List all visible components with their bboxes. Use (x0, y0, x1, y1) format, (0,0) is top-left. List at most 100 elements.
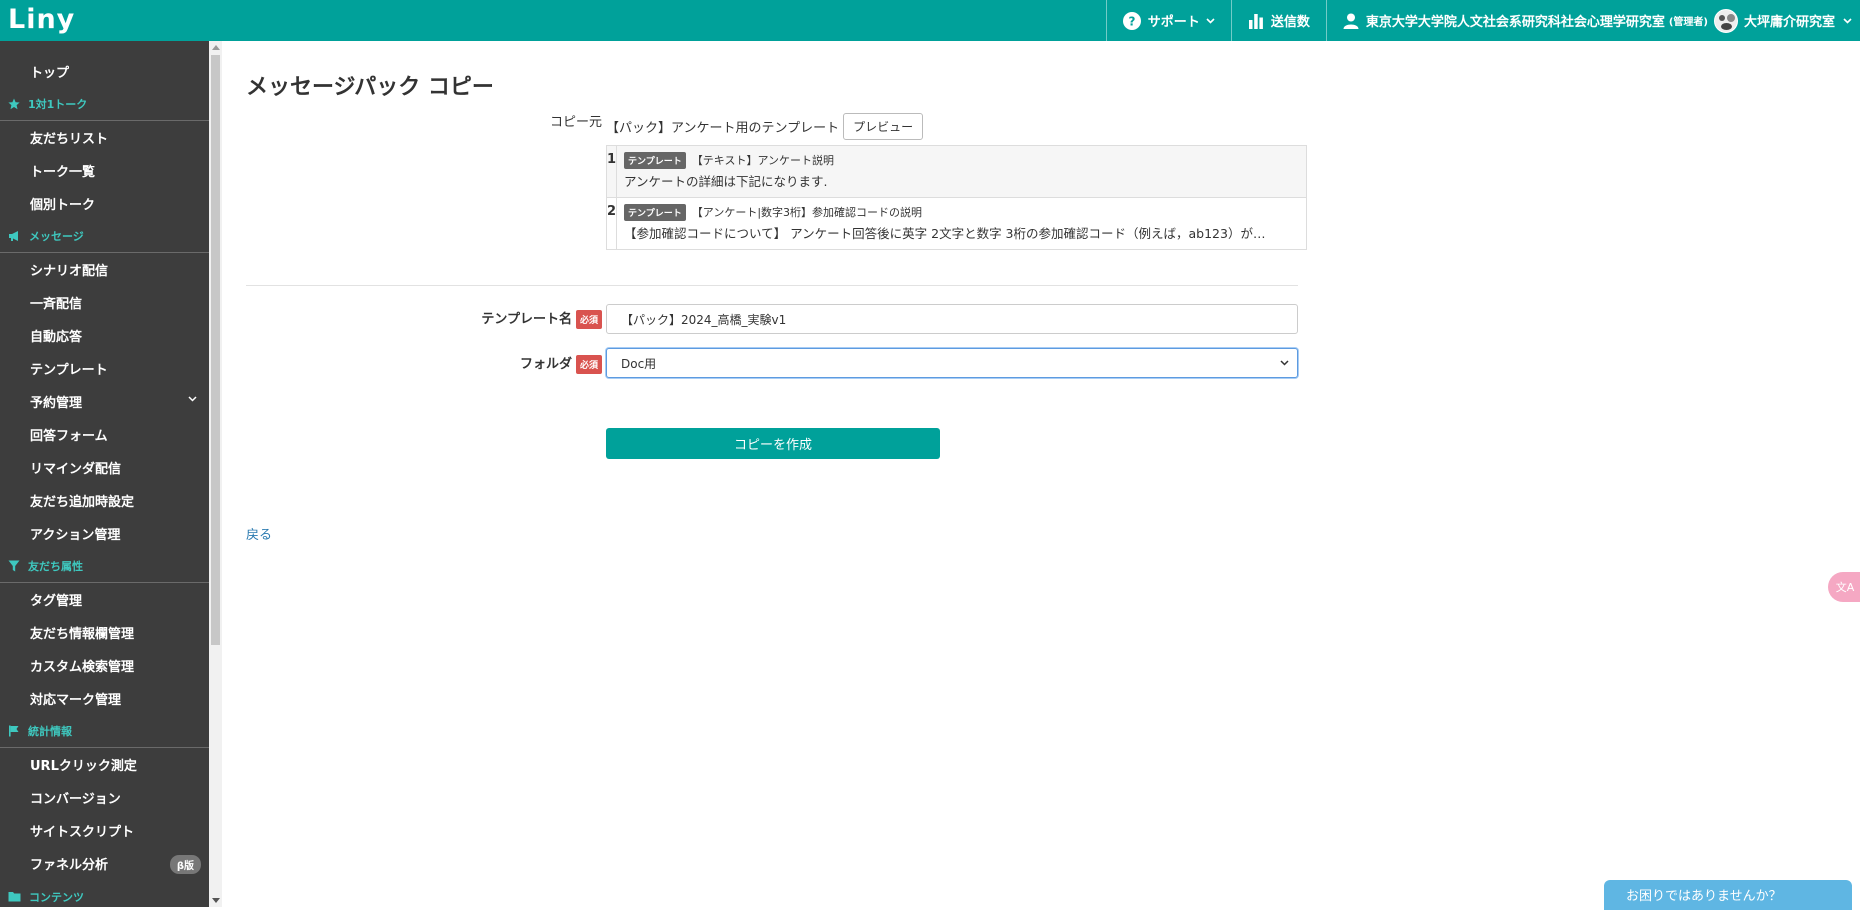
star-icon (8, 98, 20, 110)
folder-select-value: Doc用 (621, 356, 657, 371)
preview-button[interactable]: プレビュー (843, 113, 924, 140)
scrollbar-thumb[interactable] (211, 55, 220, 645)
sidebar-item-scenario[interactable]: シナリオ配信 (0, 253, 209, 286)
pack-items-table: 1 テンプレート 【テキスト】アンケート説明 アンケートの詳細は下記になります. … (605, 145, 1308, 250)
sidebar-item-broadcast[interactable]: 一斉配信 (0, 286, 209, 319)
sidebar-category-label: 友だち属性 (28, 560, 83, 573)
sidebar-item-label: 友だちリスト (30, 132, 109, 147)
top-bar: Liny ? サポート 送信数 東京大学大学院人文社会系研究科社会心理学研究室 … (0, 0, 1860, 41)
folder-label: フォルダ 必須 (422, 353, 602, 374)
beta-badge: β版 (169, 855, 201, 874)
sidebar-category-contents: コンテンツ (0, 880, 209, 907)
sidebar-item-label: コンバージョン (30, 792, 121, 807)
sidebar-item-funnel[interactable]: ファネル分析 β版 (0, 847, 209, 880)
liny-logo[interactable]: Liny (8, 4, 75, 35)
back-link[interactable]: 戻る (246, 524, 272, 543)
page-title: メッセージパック コピー (246, 75, 494, 100)
sidebar-item-custom-search[interactable]: カスタム検索管理 (0, 649, 209, 682)
sidebar-item-label: シナリオ配信 (30, 264, 109, 279)
row-number: 2 (605, 197, 618, 250)
svg-text:?: ? (1128, 14, 1135, 28)
sidebar-item-label: ファネル分析 (30, 858, 109, 873)
table-row: 2 テンプレート 【アンケート|数字3桁】参加確認コードの説明 【参加確認コードに… (605, 197, 1308, 250)
chevron-down-icon (1280, 360, 1289, 366)
top-nav: ? サポート 送信数 東京大学大学院人文社会系研究科社会心理学研究室 (管理者) (1105, 0, 1860, 41)
sidebar-item-individual-talk[interactable]: 個別トーク (0, 187, 209, 220)
sidebar-item-label: テンプレート (30, 363, 108, 378)
sidebar-item-label: 個別トーク (30, 198, 96, 213)
sidebar-item-friend-add-settings[interactable]: 友だち追加時設定 (0, 484, 209, 517)
sidebar-item-label: カスタム検索管理 (30, 660, 135, 675)
sidebar-item-conversion[interactable]: コンバージョン (0, 781, 209, 814)
create-copy-button[interactable]: コピーを作成 (606, 428, 940, 459)
sidebar-item-action[interactable]: アクション管理 (0, 517, 209, 550)
help-chat-tab[interactable]: お困りではありませんか？ (1604, 880, 1852, 910)
sidebar-item-friend-info-fields[interactable]: 友だち情報欄管理 (0, 616, 209, 649)
sidebar-category-statistics: 統計情報 (0, 715, 209, 748)
template-name-input[interactable]: 【パック】2024_高橋_実験v1 (606, 304, 1298, 334)
sidebar-item-label: トップ (30, 66, 70, 81)
sidebar-item-label: アクション管理 (30, 528, 121, 543)
sidebar-category-label: コンテンツ (29, 890, 84, 904)
template-badge: テンプレート (624, 152, 686, 169)
template-name-label: テンプレート名 必須 (422, 308, 602, 329)
chevron-down-icon (1843, 17, 1852, 24)
divider (246, 285, 1298, 286)
copy-source-name: 【パック】アンケート用のテンプレート (606, 121, 840, 136)
sidebar-item-site-script[interactable]: サイトスクリプト (0, 814, 209, 847)
copy-source: 【パック】アンケート用のテンプレート プレビュー (606, 113, 924, 140)
account-menu[interactable]: 東京大学大学院人文社会系研究科社会心理学研究室 (管理者) 大坪庸介研究室 (1325, 0, 1860, 41)
flag-icon (9, 725, 19, 737)
sidebar: トップ 1対1トーク 友だちリスト トーク一覧 個別トーク メッセージ シナリオ… (0, 41, 209, 907)
sidebar-item-label: リマインダ配信 (30, 462, 122, 477)
sidebar-category-label: 統計情報 (28, 725, 72, 738)
folder-select[interactable]: Doc用 (606, 348, 1298, 378)
sidebar-category-label: メッセージ (29, 230, 84, 243)
sidebar-item-label: 予約管理 (30, 396, 83, 411)
sidebar-item-answer-form[interactable]: 回答フォーム (0, 418, 209, 451)
sidebar-item-tags[interactable]: タグ管理 (0, 583, 209, 616)
template-badge: テンプレート (624, 204, 686, 221)
folder-label-text: フォルダ (519, 357, 572, 372)
user-icon (1343, 13, 1359, 29)
sidebar-item-top[interactable]: トップ (0, 55, 209, 88)
sidebar-item-auto-reply[interactable]: 自動応答 (0, 319, 209, 352)
sidebar-item-url-click[interactable]: URLクリック測定 (0, 748, 209, 781)
sidebar-scrollbar[interactable] (209, 41, 222, 907)
translate-icon[interactable]: 文A (1828, 572, 1860, 602)
sidebar-item-label: 友だち追加時設定 (30, 495, 135, 510)
sidebar-item-template[interactable]: テンプレート (0, 352, 209, 385)
megaphone-icon (9, 231, 18, 241)
template-name-label-text: テンプレート名 (481, 312, 572, 327)
support-label: サポート (1147, 15, 1200, 30)
template-name-value: 【パック】2024_高橋_実験v1 (621, 312, 787, 327)
send-count-label: 送信数 (1270, 15, 1310, 30)
chevron-down-icon (1206, 17, 1215, 24)
sidebar-item-talk-list[interactable]: トーク一覧 (0, 154, 209, 187)
pack-item: テンプレート 【テキスト】アンケート説明 アンケートの詳細は下記になります. (616, 145, 1308, 198)
sidebar-item-label: トーク一覧 (30, 165, 96, 180)
user-name: 大坪庸介研究室 (1743, 15, 1835, 30)
sidebar-item-reservation[interactable]: 予約管理 (0, 385, 209, 418)
sidebar-item-friends-list[interactable]: 友だちリスト (0, 121, 209, 154)
sidebar-item-label: 友だち情報欄管理 (30, 627, 135, 642)
sidebar-item-reminder[interactable]: リマインダ配信 (0, 451, 209, 484)
account-name: 東京大学大学院人文社会系研究科社会心理学研究室 (1365, 15, 1665, 30)
sidebar-item-label: 対応マーク管理 (30, 693, 122, 708)
sidebar-item-response-marks[interactable]: 対応マーク管理 (0, 682, 209, 715)
table-row: 1 テンプレート 【テキスト】アンケート説明 アンケートの詳細は下記になります. (605, 145, 1308, 198)
scroll-down-arrow-icon[interactable] (212, 898, 220, 903)
sidebar-category-one-on-one: 1対1トーク (0, 88, 209, 121)
sidebar-category-friend-attributes: 友だち属性 (0, 550, 209, 583)
pack-item: テンプレート 【アンケート|数字3桁】参加確認コードの説明 【参加確認コードについ… (616, 197, 1308, 250)
send-count-link[interactable]: 送信数 (1230, 0, 1326, 41)
scroll-up-arrow-icon[interactable] (212, 45, 220, 50)
support-menu[interactable]: ? サポート (1105, 0, 1231, 41)
help-circle-icon: ? (1122, 11, 1141, 30)
avatar (1713, 8, 1738, 33)
sidebar-category-label: 1対1トーク (28, 98, 88, 111)
copy-source-label: コピー元 (549, 115, 602, 130)
sidebar-item-label: URLクリック測定 (30, 759, 137, 774)
required-badge: 必須 (575, 310, 602, 329)
sidebar-item-label: 一斉配信 (30, 297, 83, 312)
